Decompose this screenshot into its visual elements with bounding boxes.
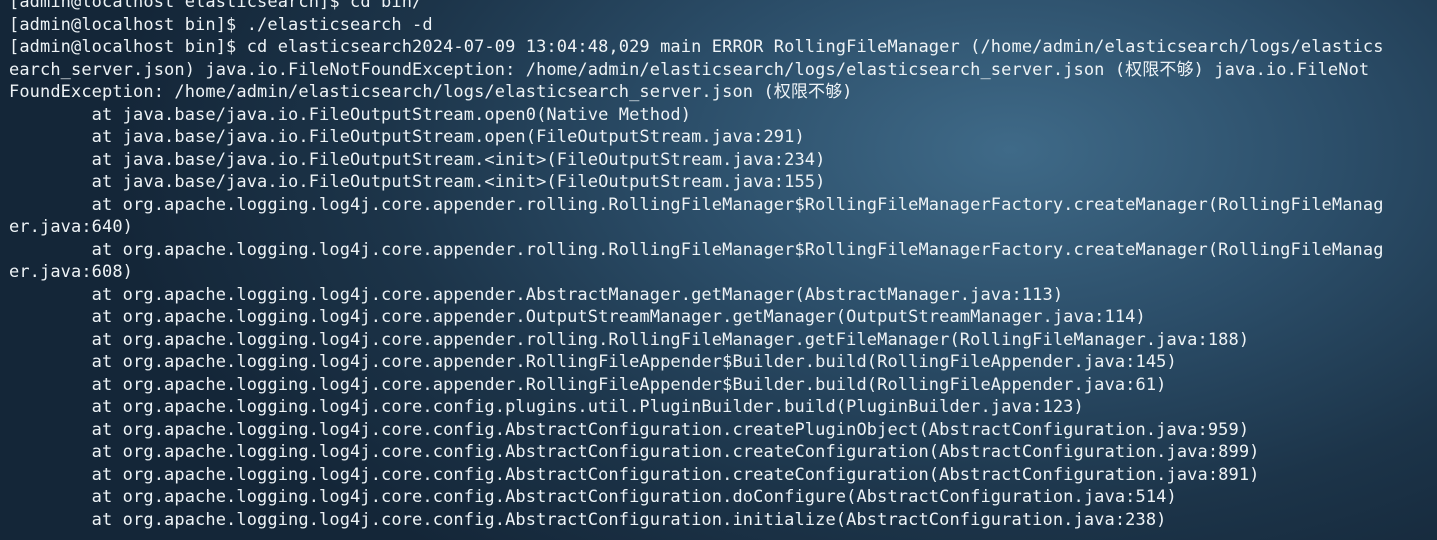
terminal-line: FoundException: /home/admin/elasticsearc…	[9, 82, 853, 102]
terminal-line: at java.base/java.io.FileOutputStream.op…	[9, 127, 805, 147]
terminal-line: at java.base/java.io.FileOutputStream.op…	[9, 104, 692, 125]
terminal-line: at org.apache.logging.log4j.core.appende…	[9, 329, 1250, 350]
terminal-window[interactable]: [admin@localhost elasticsearch]$ cd bin/…	[0, 0, 1437, 540]
terminal-line: at org.apache.logging.log4j.core.config.…	[9, 464, 1260, 485]
terminal-line: at org.apache.logging.log4j.core.appende…	[9, 352, 1177, 372]
terminal-line: earch_server.json) java.io.FileNotFoundE…	[9, 59, 1370, 80]
terminal-line: [admin@localhost bin]$ cd elasticsearch2…	[9, 37, 1384, 57]
terminal-line: at org.apache.logging.log4j.core.config.…	[9, 397, 1084, 417]
terminal-line: at org.apache.logging.log4j.core.appende…	[9, 374, 1167, 395]
terminal-line: at org.apache.logging.log4j.core.appende…	[9, 194, 1384, 215]
terminal-line: at org.apache.logging.log4j.core.appende…	[9, 239, 1384, 260]
terminal-line: at java.base/java.io.FileOutputStream.<i…	[9, 172, 826, 192]
terminal-line: at org.apache.logging.log4j.core.config.…	[9, 442, 1260, 462]
terminal-line: at java.base/java.io.FileOutputStream.<i…	[9, 149, 826, 170]
terminal-line: [admin@localhost bin]$ ./elasticsearch -…	[9, 14, 433, 35]
terminal-line: at org.apache.logging.log4j.core.config.…	[9, 487, 1177, 507]
terminal-line: at org.apache.logging.log4j.core.appende…	[9, 307, 1146, 327]
terminal-line: er.java:608)	[9, 262, 134, 282]
terminal-line: at org.apache.logging.log4j.core.config.…	[9, 419, 1250, 440]
terminal-output: [admin@localhost elasticsearch]$ cd bin/…	[9, 0, 1429, 531]
terminal-line: at org.apache.logging.log4j.core.config.…	[9, 509, 1167, 530]
terminal-line: er.java:640)	[9, 217, 134, 237]
terminal-line: [admin@localhost elasticsearch]$ cd bin/	[9, 0, 423, 12]
terminal-line: at org.apache.logging.log4j.core.appende…	[9, 284, 1064, 305]
